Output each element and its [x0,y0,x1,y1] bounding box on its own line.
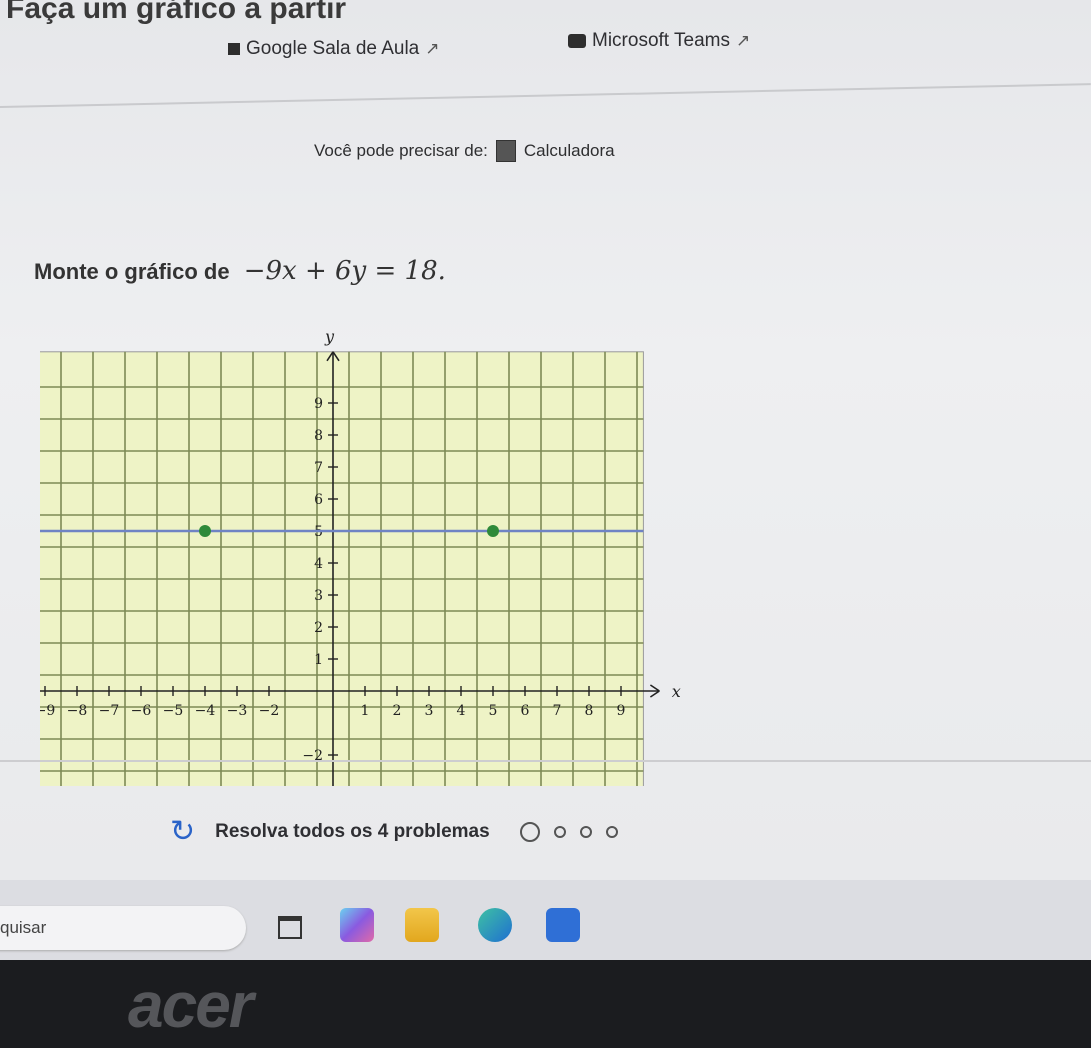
y-tick-label: 9 [314,396,323,412]
taskbar: quisar [0,880,1091,960]
external-link-icon: ↗ [735,31,751,50]
task-view-icon[interactable] [272,908,306,942]
progress-dot [579,825,592,838]
y-tick-label: 6 [314,492,323,508]
progress-dot [519,821,540,842]
classroom-link-label: Google Sala de Aula [246,38,420,59]
content-divider [0,760,1091,762]
calculator-link[interactable]: Calculadora [524,141,615,161]
copilot-icon[interactable] [340,908,374,942]
x-tick-label: −5 [163,703,184,719]
x-tick-label: −8 [67,703,88,719]
classroom-icon [228,43,240,55]
x-tick-label: 2 [393,703,402,719]
google-classroom-link[interactable]: Google Sala de Aula ↗ [228,38,440,60]
microsoft-teams-link[interactable]: Microsoft Teams ↗ [568,30,750,52]
teams-link-label: Microsoft Teams [592,30,730,51]
question-prompt: Monte o gráfico de [34,259,230,284]
search-placeholder: quisar [0,918,47,937]
progress-dot [553,825,566,838]
x-tick-label: 9 [617,703,626,719]
x-tick-label: 6 [521,703,530,719]
progress-bar: ↻ Resolva todos os 4 problemas [170,814,618,849]
progress-dots [519,821,618,842]
y-tick-label: 1 [314,652,323,668]
store-icon[interactable] [546,908,580,942]
assignment-page: Faça um gráfico a partir Google Sala de … [0,0,1091,880]
x-tick-label: −4 [195,703,216,719]
question-text: Monte o gráfico de −9x + 6y = 18. [34,256,446,286]
refresh-icon[interactable]: ↻ [170,814,195,849]
x-tick-label: 5 [489,703,498,719]
x-tick-label: 8 [585,703,594,719]
question-equation: −9x + 6y = 18. [243,256,446,286]
x-axis-label: x [672,682,681,701]
grid-background [22,351,644,794]
y-tick-label: 8 [314,428,323,444]
header-divider [0,83,1091,108]
x-tick-label: 4 [457,703,466,719]
progress-dot [605,825,618,838]
draggable-point[interactable] [487,525,499,537]
y-tick-label: 3 [314,588,323,604]
draggable-point[interactable] [199,525,211,537]
tools-hint: Você pode precisar de: Calculadora [314,140,615,162]
x-tick-label: 3 [425,703,434,719]
x-tick-label: −2 [259,703,280,719]
y-tick-label: 2 [314,620,323,636]
tools-prefix: Você pode precisar de: [314,141,488,160]
file-explorer-icon[interactable] [405,908,439,942]
page-title: Faça um gráfico a partir [6,0,347,25]
coordinate-plane[interactable]: yx−9−8−7−6−5−4−3−2123456789987654321−2 [18,326,730,804]
x-tick-label: 1 [361,703,370,719]
y-tick-label: 7 [314,460,323,476]
progress-text: Resolva todos os 4 problemas [215,820,490,842]
x-tick-label: −7 [99,703,120,719]
external-link-icon: ↗ [425,39,440,58]
y-tick-label: 4 [314,556,323,572]
y-axis-label: y [324,327,335,346]
calculator-icon [495,140,516,162]
x-tick-label: −3 [227,703,248,719]
graph-container[interactable]: yx−9−8−7−6−5−4−3−2123456789987654321−2 [18,326,730,804]
taskbar-search[interactable]: quisar [0,906,246,950]
x-tick-label: −9 [40,703,55,719]
x-tick-label: 7 [553,703,562,719]
teams-icon [568,34,586,48]
brand-logo: acer [128,969,254,1041]
edge-browser-icon[interactable] [478,908,512,942]
x-tick-label: −6 [131,703,152,719]
